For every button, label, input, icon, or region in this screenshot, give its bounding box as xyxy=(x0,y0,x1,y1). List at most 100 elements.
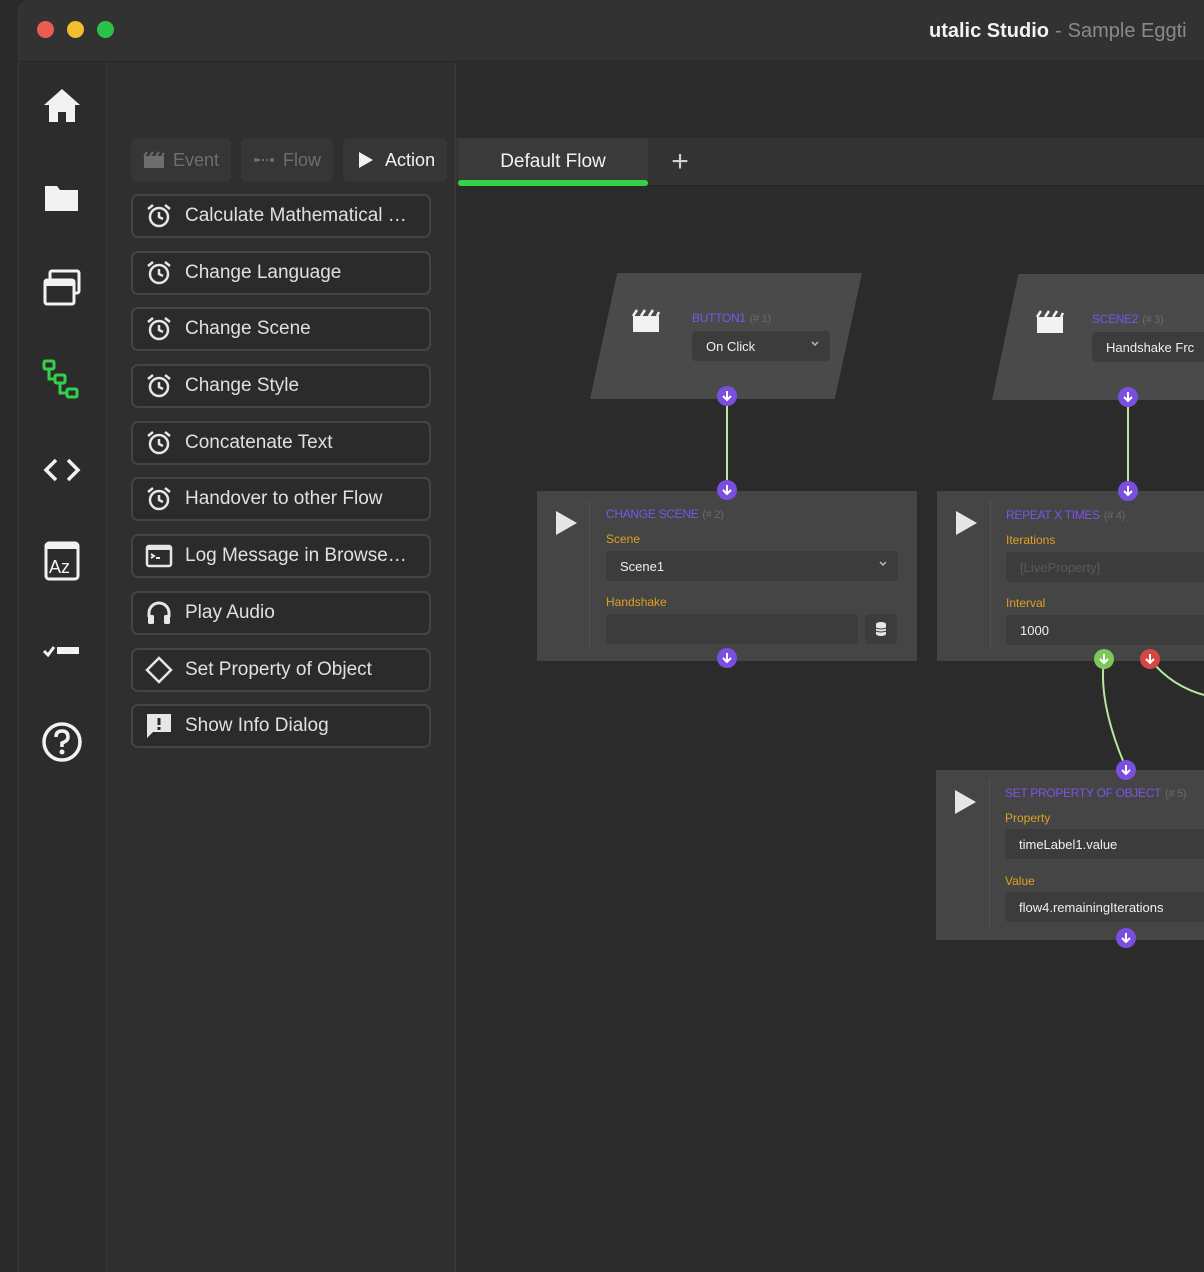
loop-port[interactable] xyxy=(1094,649,1114,669)
output-port[interactable] xyxy=(717,386,737,406)
node-title-text: SCENE2 xyxy=(1092,312,1139,326)
flow-icon[interactable] xyxy=(39,357,85,403)
tab-action[interactable]: Action xyxy=(343,138,448,182)
console-icon xyxy=(133,536,185,576)
node-divider xyxy=(989,780,990,928)
input-port[interactable] xyxy=(717,480,737,500)
action-change-scene[interactable]: Change Scene xyxy=(131,307,431,352)
add-flow-button[interactable]: + xyxy=(662,144,698,180)
tab-flow[interactable]: Flow xyxy=(241,138,334,182)
input-port[interactable] xyxy=(1116,760,1136,780)
clapper-icon xyxy=(143,151,165,168)
title-separator: - xyxy=(1055,20,1062,42)
action-node-repeat-x-times[interactable]: REPEAT X TIMES (# 4) Iterations [LiveProp… xyxy=(937,491,1204,661)
code-icon[interactable] xyxy=(39,447,85,493)
alarm-icon xyxy=(133,196,185,236)
folder-icon[interactable] xyxy=(39,175,85,221)
action-change-style[interactable]: Change Style xyxy=(131,364,431,409)
node-title-text: REPEAT X TIMES xyxy=(1006,508,1100,522)
action-palette: Event Flow Action Calculate Mathematical… xyxy=(107,63,455,1272)
home-icon[interactable] xyxy=(39,83,85,129)
node-title: SCENE2 (# 3) xyxy=(1092,312,1164,326)
scene-select-value: Scene1 xyxy=(620,558,665,574)
action-show-info-dialog[interactable]: Show Info Dialog xyxy=(131,704,431,749)
event-select-value: Handshake Frc xyxy=(1106,339,1195,355)
close-window-button[interactable] xyxy=(37,21,54,38)
node-title: BUTTON1 (# 1) xyxy=(692,311,771,325)
input-port[interactable] xyxy=(1118,481,1138,501)
nav-rail: Az xyxy=(19,63,107,1272)
action-node-set-property[interactable]: SET PROPERTY OF OBJECT (# 5) Property tim… xyxy=(936,770,1204,940)
document-name: Sample Eggti xyxy=(1067,20,1187,42)
action-concatenate-text[interactable]: Concatenate Text xyxy=(131,420,431,465)
minimize-window-button[interactable] xyxy=(67,21,84,38)
action-node-change-scene[interactable]: CHANGE SCENE (# 2) Scene Scene1 Handshake xyxy=(537,491,917,661)
event-select[interactable]: Handshake Frc xyxy=(1092,332,1204,362)
chevron-down-icon xyxy=(811,341,819,347)
tab-event-label: Event xyxy=(173,149,220,170)
action-label: Concatenate Text xyxy=(185,431,333,453)
alarm-icon xyxy=(133,423,185,463)
property-input[interactable]: timeLabel1.value xyxy=(1005,829,1204,859)
value-input[interactable]: flow4.remainingIterations xyxy=(1005,892,1204,922)
database-icon xyxy=(875,622,887,636)
tab-default-flow[interactable]: Default Flow xyxy=(458,138,648,186)
action-label: Show Info Dialog xyxy=(185,715,329,737)
output-port[interactable] xyxy=(1118,387,1138,407)
tab-flow-label: Flow xyxy=(283,149,322,170)
title-bar: utalic Studio - Sample Eggti xyxy=(19,0,1204,62)
action-calculate-mathematical[interactable]: Calculate Mathematical … xyxy=(131,194,431,238)
tab-event[interactable]: Event xyxy=(131,138,232,182)
output-port[interactable] xyxy=(1116,928,1136,948)
connector-repeat-to-set-property xyxy=(1101,658,1127,769)
clapper-icon xyxy=(1036,310,1064,333)
alarm-icon xyxy=(133,366,185,406)
action-label: Change Language xyxy=(185,261,342,283)
node-title: REPEAT X TIMES (# 4) xyxy=(1006,508,1125,522)
event-node-scene2[interactable]: SCENE2 (# 3) Handshake Frc xyxy=(992,274,1204,400)
value-label: Value xyxy=(1005,874,1035,888)
tab-action-label: Action xyxy=(385,149,436,170)
app-name: utalic Studio xyxy=(929,20,1049,42)
window-title: utalic Studio - Sample Eggti xyxy=(929,20,1187,43)
interval-input[interactable]: 1000 xyxy=(1006,615,1204,645)
active-tab-indicator xyxy=(458,180,648,186)
diamond-icon xyxy=(133,650,185,690)
windows-icon[interactable] xyxy=(39,265,85,311)
help-icon[interactable] xyxy=(39,719,85,765)
checklist-icon[interactable] xyxy=(39,628,85,674)
node-title-text: BUTTON1 xyxy=(692,311,746,325)
translate-icon[interactable]: Az xyxy=(39,538,85,584)
event-node-button1[interactable]: BUTTON1 (# 1) On Click xyxy=(590,273,862,399)
action-handover-flow[interactable]: Handover to other Flow xyxy=(131,477,431,522)
database-button[interactable] xyxy=(865,614,897,644)
flow-line-icon xyxy=(254,158,275,162)
scene-select[interactable]: Scene1 xyxy=(606,551,898,581)
zoom-window-button[interactable] xyxy=(97,21,114,38)
output-port[interactable] xyxy=(717,648,737,668)
palette-tabs: Event Flow Action xyxy=(131,138,448,182)
action-play-audio[interactable]: Play Audio xyxy=(131,590,431,635)
action-label: Change Style xyxy=(185,375,300,397)
action-label: Set Property of Object xyxy=(185,658,372,680)
event-select[interactable]: On Click xyxy=(692,331,830,361)
property-label: Property xyxy=(1005,811,1051,825)
iterations-input[interactable]: [LiveProperty] xyxy=(1006,552,1204,582)
action-log-message[interactable]: Log Message in Browse… xyxy=(131,534,431,579)
flow-tab-label: Default Flow xyxy=(500,151,606,172)
finish-port[interactable] xyxy=(1140,649,1160,669)
node-title: SET PROPERTY OF OBJECT (# 5) xyxy=(1005,786,1187,800)
action-change-language[interactable]: Change Language xyxy=(131,250,431,295)
flow-tab-bar: Default Flow + xyxy=(456,138,1204,186)
action-set-property[interactable]: Set Property of Object xyxy=(131,647,431,692)
action-label: Change Scene xyxy=(185,318,311,340)
play-icon xyxy=(556,511,577,535)
alarm-icon xyxy=(133,309,185,349)
play-icon xyxy=(359,152,374,168)
node-divider xyxy=(589,501,590,649)
node-id: (# 4) xyxy=(1103,510,1125,522)
action-label: Log Message in Browse… xyxy=(185,545,407,567)
handshake-input[interactable] xyxy=(606,614,858,644)
alarm-icon xyxy=(133,479,185,519)
node-id: (# 5) xyxy=(1165,788,1187,800)
